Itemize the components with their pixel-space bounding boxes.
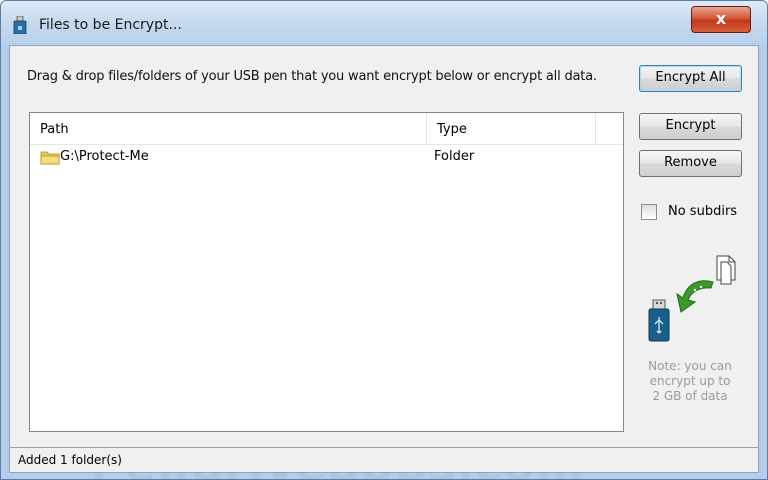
title-bar[interactable]: Files to be Encrypt... x [1, 1, 767, 45]
instruction-text: Drag & drop files/folders of your USB pe… [27, 69, 597, 84]
list-header: Path Type [30, 113, 623, 145]
encrypt-dialog-window: Files to be Encrypt... x Drag & drop fil… [0, 0, 768, 480]
remove-button[interactable]: Remove [639, 150, 742, 177]
column-header-type[interactable]: Type [427, 113, 596, 144]
note-line-3: 2 GB of data [652, 389, 728, 403]
encrypt-button[interactable]: Encrypt [639, 113, 742, 140]
encrypt-all-button[interactable]: Encrypt All [639, 65, 742, 92]
green-arrow-icon [676, 280, 714, 313]
column-header-filler [596, 113, 623, 144]
folder-icon [40, 150, 60, 165]
document-icon [716, 255, 736, 285]
close-button[interactable]: x [691, 6, 751, 33]
note-line-1: Note: you can [648, 359, 732, 373]
column-label-type: Type [437, 122, 467, 137]
note-line-2: encrypt up to [649, 374, 731, 388]
status-bar: Added 1 folder(s) [10, 447, 758, 472]
row-type: Folder [434, 149, 475, 164]
no-subdirs-checkbox[interactable] [641, 204, 657, 220]
no-subdirs-option[interactable]: No subdirs [641, 203, 756, 221]
no-subdirs-label: No subdirs [668, 204, 738, 219]
row-path: G:\Protect-Me [60, 149, 149, 164]
status-text: Added 1 folder(s) [18, 453, 122, 467]
files-listview[interactable]: Path Type G:\Protect-Me Folder Pendrivea… [29, 112, 624, 432]
column-label-path: Path [40, 122, 69, 137]
list-item[interactable]: G:\Protect-Me Folder [30, 145, 623, 169]
window-title: Files to be Encrypt... [39, 17, 182, 33]
usb-encrypt-illustration [637, 254, 741, 344]
usb-drive-icon [648, 299, 670, 342]
column-header-path[interactable]: Path [30, 113, 427, 144]
usb-lock-icon [13, 15, 27, 35]
note-text: Note: you can encrypt up to 2 GB of data [636, 359, 744, 404]
dialog-client-area: Drag & drop files/folders of your USB pe… [9, 45, 759, 473]
